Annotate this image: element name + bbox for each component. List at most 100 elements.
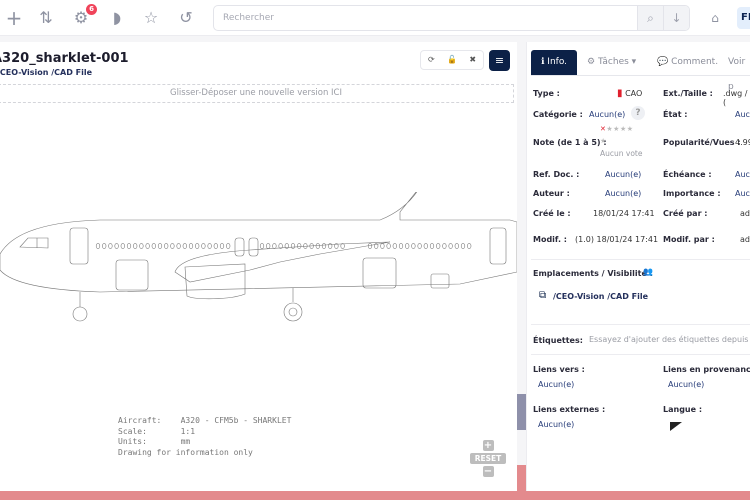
ext-value: .dwg / (: [723, 89, 748, 107]
cabin-window: [386, 243, 391, 249]
document-path[interactable]: /CEO-Vision /CAD File: [0, 68, 92, 77]
cabin-window: [219, 243, 225, 249]
created-value: 18/01/24 17:41: [593, 209, 655, 218]
cabin-window: [120, 243, 125, 249]
cabin-window: [226, 243, 231, 249]
state-label: État :: [663, 110, 688, 119]
star-icon[interactable]: ★: [600, 137, 606, 145]
tab-tasks[interactable]: ⚙ Tâches ▾: [587, 50, 636, 75]
divider: [531, 354, 750, 355]
top-toolbar: + ⇅ ⚙6 ◗ ☆ ↺ ⌕ ↓ ⌂ FR: [0, 0, 750, 36]
cabin-window: [126, 243, 132, 249]
cabin-window: [188, 243, 194, 249]
cabin-window: [139, 243, 144, 249]
aircraft-drawing: [0, 192, 517, 322]
cabin-window: [151, 243, 156, 249]
cabin-window: [290, 243, 296, 249]
zoom-out-button[interactable]: −: [482, 466, 494, 477]
dropzone[interactable]: Glisser-Déposer une nouvelle version ICI: [0, 84, 514, 103]
unlock-icon[interactable]: 🔓: [442, 51, 463, 69]
language-button[interactable]: FR: [737, 7, 750, 29]
plus-icon[interactable]: +: [4, 8, 24, 28]
cabin-window: [201, 243, 206, 249]
rating-star[interactable]: ★: [620, 125, 627, 133]
cabin-window: [259, 243, 265, 249]
star-rating[interactable]: ✕★★★★: [600, 125, 634, 133]
document-viewer: A320_sharklet-001 /CEO-Vision /CAD File …: [0, 42, 517, 500]
tab-info[interactable]: ℹ Info.: [531, 50, 578, 75]
tags-label: Étiquettes:: [533, 336, 583, 345]
viewer-scrollbar[interactable]: [517, 394, 526, 430]
help-icon[interactable]: ?: [631, 106, 645, 120]
zoom-in-button[interactable]: +: [482, 440, 494, 451]
info-panel: ℹ Info. ⚙ Tâches ▾ 💬 Comment. Voir p Typ…: [526, 42, 750, 492]
download-button[interactable]: ↓: [663, 6, 689, 30]
links-to-value: Aucun(e): [538, 380, 575, 389]
refresh-icon[interactable]: ⟳: [421, 51, 442, 69]
cabin-window: [380, 243, 385, 249]
nose-wheel: [72, 306, 88, 322]
modified-value: (1.0) 18/01/24 17:41: [575, 235, 659, 244]
fullscreen-icon[interactable]: ✖: [462, 51, 483, 69]
cargo-door-front: [115, 259, 149, 291]
importance-label: Importance :: [663, 189, 721, 198]
links-to-label: Liens vers :: [533, 365, 585, 374]
ref-value[interactable]: Aucun(e): [605, 170, 641, 179]
created-by-label: Créé par :: [663, 209, 708, 218]
menu-button[interactable]: ≡: [489, 50, 510, 71]
links-external-label: Liens externes :: [533, 405, 606, 414]
rss-icon[interactable]: ◗: [107, 8, 127, 28]
due-value: Aucu: [735, 170, 750, 179]
links-external-value: Aucun(e): [538, 420, 575, 429]
author-value[interactable]: Aucun(e): [605, 189, 641, 198]
location-path[interactable]: /CEO-Vision /CAD File: [553, 292, 648, 301]
state-value: Aucu: [735, 110, 750, 119]
rear-door: [489, 227, 507, 265]
cabin-window: [133, 243, 138, 249]
cabin-window: [392, 243, 397, 249]
popularity-value: 4.99: [735, 138, 750, 147]
tab-comments[interactable]: 💬 Comment.: [657, 50, 718, 75]
links-from-label: Liens en provenance d: [663, 365, 750, 374]
cabin-window: [467, 243, 472, 249]
sort-list-icon[interactable]: ⇅: [36, 8, 56, 28]
rating-stars[interactable]: ★★★★: [606, 125, 633, 133]
gears-icon: ⚙: [587, 57, 596, 67]
emergency-exit-2: [248, 237, 259, 257]
main-wheel-hub: [288, 307, 298, 317]
cabin-window: [315, 243, 320, 249]
emergency-exit-1: [234, 237, 245, 257]
cabin-window: [367, 243, 373, 249]
cabin-window: [272, 243, 277, 249]
gears-icon[interactable]: ⚙ 6: [71, 4, 97, 28]
star-icon[interactable]: ☆: [141, 8, 161, 28]
tags-input[interactable]: Essayez d'ajouter des étiquettes depuis …: [589, 335, 750, 344]
tab-more[interactable]: Voir p: [728, 50, 750, 92]
due-label: Échéance :: [663, 170, 712, 179]
history-icon[interactable]: ↺: [176, 8, 196, 28]
tab-tasks-label: Tâches: [597, 57, 629, 67]
links-from-value: Aucun(e): [668, 380, 705, 389]
cabin-window: [195, 243, 200, 249]
main-wheel: [283, 302, 303, 322]
search-button[interactable]: ⌕: [637, 6, 663, 30]
created-label: Créé le :: [533, 209, 571, 218]
cockpit-window: [19, 237, 49, 249]
locations-label: Emplacements / Visibilité :: [533, 269, 653, 278]
reset-zoom-button[interactable]: RESET: [470, 453, 506, 464]
wing: [174, 241, 391, 283]
type-text: CAO: [625, 89, 643, 98]
search-input[interactable]: [214, 6, 634, 30]
language-flag-icon[interactable]: [670, 422, 682, 431]
basket-icon[interactable]: ⌂: [705, 8, 725, 28]
zoom-controls: + RESET −: [470, 440, 506, 477]
divider: [531, 324, 750, 325]
cabin-window: [145, 243, 150, 249]
cabin-window: [405, 243, 410, 249]
rating-star[interactable]: ★: [613, 125, 620, 133]
sitemap-icon: ⧉: [539, 290, 547, 301]
ext-label: Ext./Taille :: [663, 89, 713, 98]
rating-star[interactable]: ★: [627, 125, 634, 133]
cabin-window: [176, 243, 181, 249]
category-value[interactable]: Aucun(e): [589, 110, 625, 119]
